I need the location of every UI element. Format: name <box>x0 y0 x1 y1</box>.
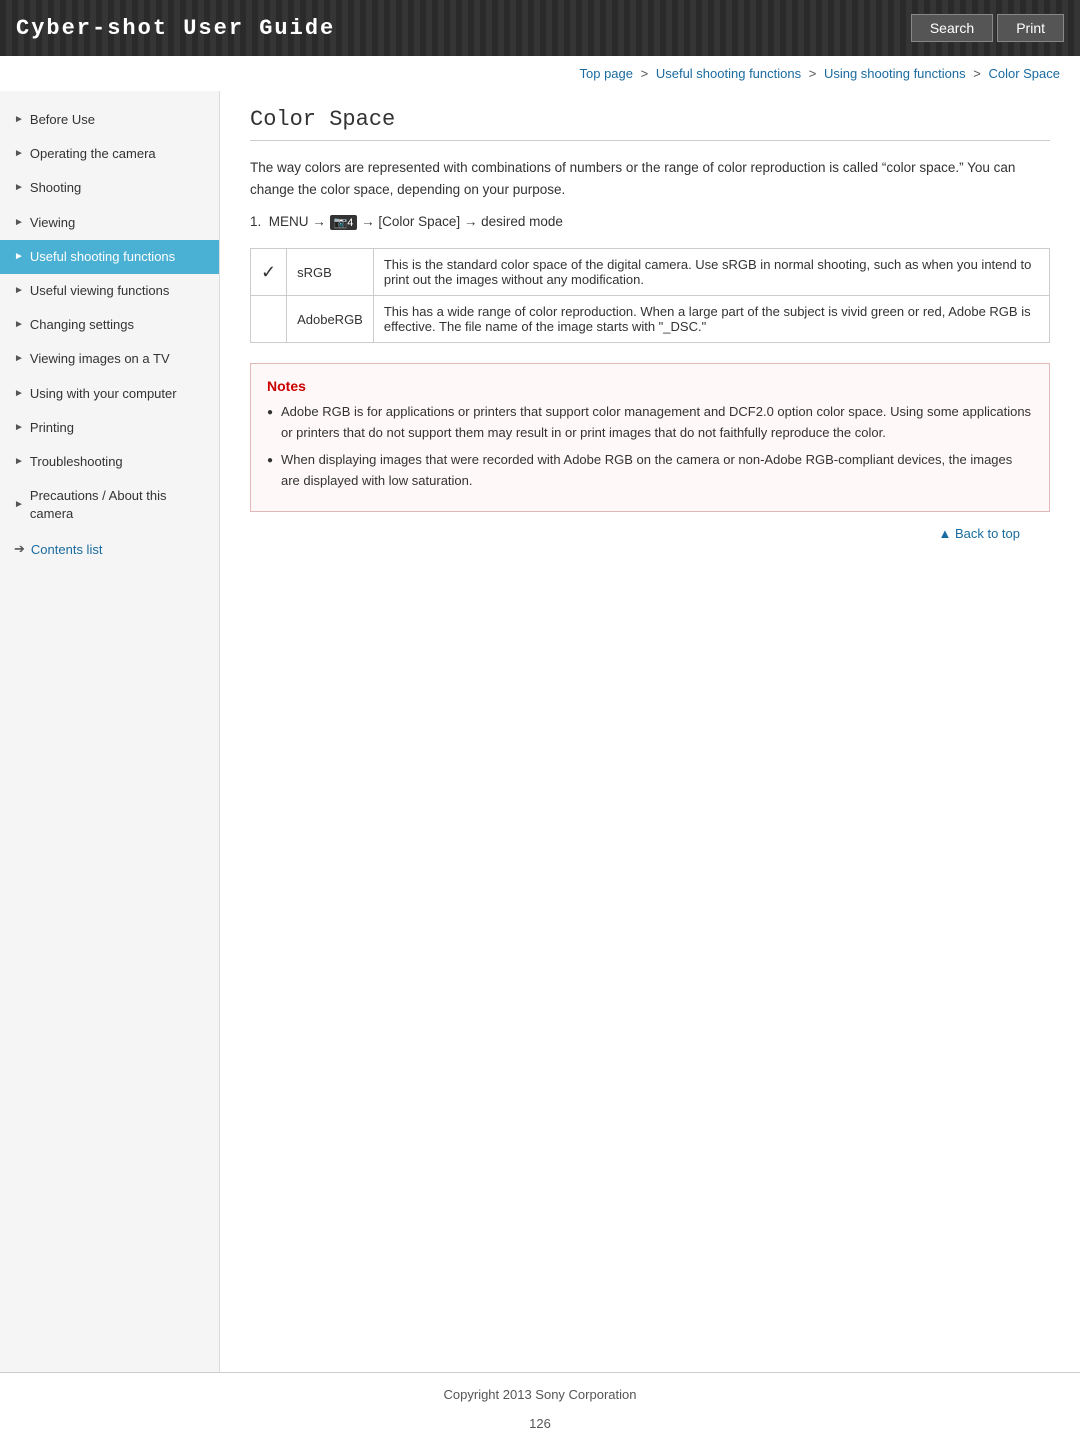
srgb-check-cell: ✓ <box>251 249 287 296</box>
arrow-icon-before-use: ► <box>14 113 24 127</box>
srgb-checkmark-icon: ✓ <box>261 262 276 282</box>
note-item-1: Adobe RGB is for applications or printer… <box>267 402 1033 444</box>
sidebar-item-before-use[interactable]: ► Before Use <box>0 103 219 137</box>
arrow-icon-printing: ► <box>14 421 24 435</box>
sidebar-label-troubleshooting: Troubleshooting <box>30 453 123 471</box>
arrow-icon-precautions: ► <box>14 498 24 512</box>
sidebar-label-useful-shooting: Useful shooting functions <box>30 248 175 266</box>
breadcrumb-top-page[interactable]: Top page <box>580 66 634 81</box>
arrow-icon-changing-settings: ► <box>14 318 24 332</box>
page-number: 126 <box>0 1416 1080 1441</box>
main-layout: ► Before Use ► Operating the camera ► Sh… <box>0 91 1080 1372</box>
copyright-bar: Copyright 2013 Sony Corporation <box>0 1372 1080 1416</box>
intro-paragraph: The way colors are represented with comb… <box>250 157 1050 200</box>
sidebar-label-operating: Operating the camera <box>30 145 156 163</box>
srgb-name-cell: sRGB <box>287 249 374 296</box>
header: Cyber-shot User Guide Search Print <box>0 0 1080 56</box>
notes-list: Adobe RGB is for applications or printer… <box>267 402 1033 491</box>
note-item-2: When displaying images that were recorde… <box>267 450 1033 492</box>
sidebar-item-troubleshooting[interactable]: ► Troubleshooting <box>0 445 219 479</box>
sidebar-label-before-use: Before Use <box>30 111 95 129</box>
sidebar-label-computer: Using with your computer <box>30 385 177 403</box>
arrow-icon-useful-shooting: ► <box>14 250 24 264</box>
camera-menu-icon: 📷4 <box>330 215 358 230</box>
arrow-icon-operating: ► <box>14 147 24 161</box>
breadcrumb: Top page > Useful shooting functions > U… <box>0 56 1080 91</box>
breadcrumb-using-shooting[interactable]: Using shooting functions <box>824 66 966 81</box>
step-instruction: 1. MENU → 📷4 → [Color Space] → desired m… <box>250 214 1050 230</box>
sidebar-item-computer[interactable]: ► Using with your computer <box>0 377 219 411</box>
notes-box: Notes Adobe RGB is for applications or p… <box>250 363 1050 512</box>
header-buttons: Search Print <box>911 14 1064 42</box>
breadcrumb-sep-1: > <box>641 66 652 81</box>
sidebar-label-viewing: Viewing <box>30 214 75 232</box>
table-row-srgb: ✓ sRGB This is the standard color space … <box>251 249 1050 296</box>
sidebar-item-precautions[interactable]: ► Precautions / About this camera <box>0 479 219 531</box>
sidebar-label-changing-settings: Changing settings <box>30 316 134 334</box>
arrow-icon-shooting: ► <box>14 181 24 195</box>
main-content: Color Space The way colors are represent… <box>220 91 1080 1372</box>
contents-arrow-icon: ➔ <box>14 541 25 557</box>
sidebar-label-viewing-tv: Viewing images on a TV <box>30 350 170 368</box>
arrow-icon-viewing-tv: ► <box>14 352 24 366</box>
sidebar-label-useful-viewing: Useful viewing functions <box>30 282 169 300</box>
breadcrumb-sep-2: > <box>809 66 820 81</box>
sidebar-label-shooting: Shooting <box>30 179 81 197</box>
sidebar-item-printing[interactable]: ► Printing <box>0 411 219 445</box>
arrow-icon-computer: ► <box>14 387 24 401</box>
adobergb-desc-cell: This has a wide range of color reproduct… <box>373 296 1049 343</box>
contents-list-label: Contents list <box>31 542 103 557</box>
breadcrumb-sep-3: > <box>973 66 984 81</box>
sidebar-item-viewing-tv[interactable]: ► Viewing images on a TV <box>0 342 219 376</box>
back-to-top-bar: ▲ Back to top <box>250 512 1050 549</box>
arrow-icon-useful-viewing: ► <box>14 284 24 298</box>
srgb-desc-cell: This is the standard color space of the … <box>373 249 1049 296</box>
contents-list-link[interactable]: ➔ Contents list <box>0 531 219 567</box>
arrow-icon-troubleshooting: ► <box>14 455 24 469</box>
sidebar-item-operating[interactable]: ► Operating the camera <box>0 137 219 171</box>
sidebar-item-useful-shooting[interactable]: ► Useful shooting functions <box>0 240 219 274</box>
adobergb-name-cell: AdobeRGB <box>287 296 374 343</box>
table-row-adobergb: AdobeRGB This has a wide range of color … <box>251 296 1050 343</box>
notes-title: Notes <box>267 378 1033 394</box>
sidebar-item-useful-viewing[interactable]: ► Useful viewing functions <box>0 274 219 308</box>
print-button[interactable]: Print <box>997 14 1064 42</box>
sidebar-item-viewing[interactable]: ► Viewing <box>0 206 219 240</box>
sidebar-item-changing-settings[interactable]: ► Changing settings <box>0 308 219 342</box>
footer: Copyright 2013 Sony Corporation 126 <box>0 1372 1080 1441</box>
sidebar-label-precautions: Precautions / About this camera <box>30 487 205 523</box>
copyright-text: Copyright 2013 Sony Corporation <box>444 1387 637 1402</box>
page-title: Color Space <box>250 107 1050 141</box>
back-to-top-link[interactable]: ▲ Back to top <box>938 526 1020 541</box>
color-space-table: ✓ sRGB This is the standard color space … <box>250 248 1050 343</box>
breadcrumb-useful-shooting[interactable]: Useful shooting functions <box>656 66 801 81</box>
breadcrumb-color-space[interactable]: Color Space <box>988 66 1060 81</box>
search-button[interactable]: Search <box>911 14 993 42</box>
app-title: Cyber-shot User Guide <box>16 16 335 41</box>
sidebar-item-shooting[interactable]: ► Shooting <box>0 171 219 205</box>
sidebar: ► Before Use ► Operating the camera ► Sh… <box>0 91 220 1372</box>
adobergb-empty-cell <box>251 296 287 343</box>
sidebar-label-printing: Printing <box>30 419 74 437</box>
arrow-icon-viewing: ► <box>14 216 24 230</box>
